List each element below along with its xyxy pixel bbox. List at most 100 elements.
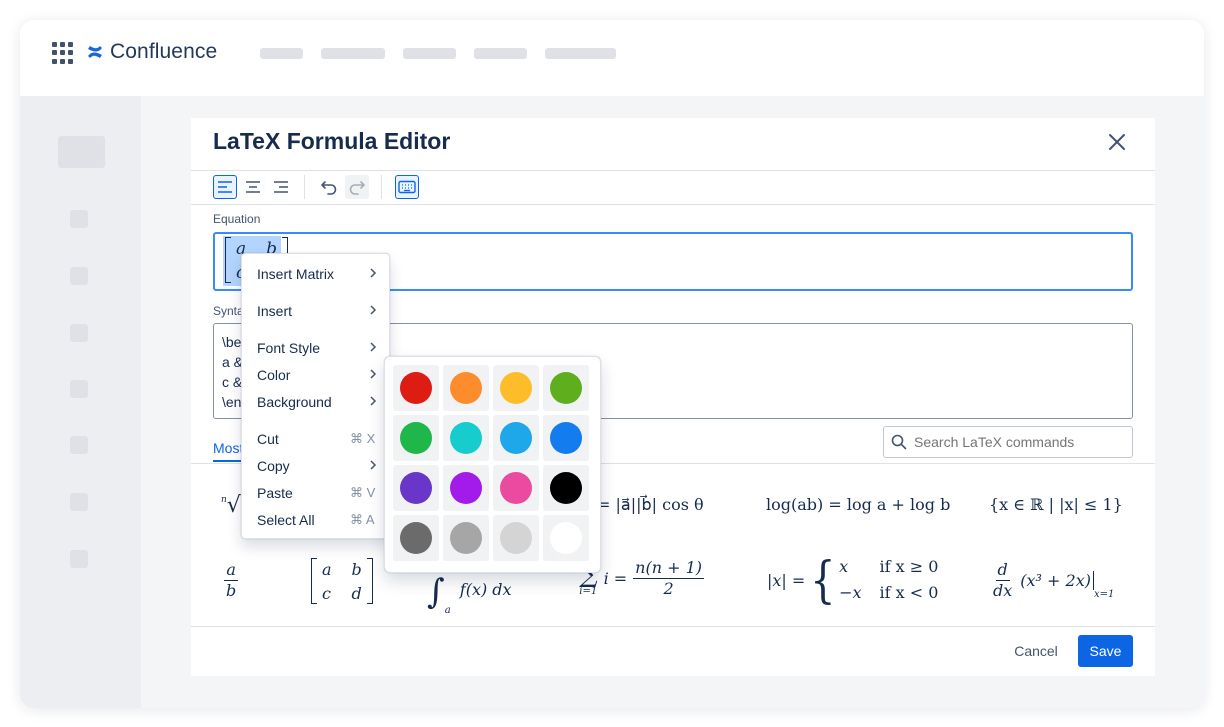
latex-search-input[interactable] (883, 426, 1133, 458)
formula-dot-product[interactable]: = |a⃗||b⃗| cos θ (597, 495, 704, 514)
menu-item-select-all[interactable]: Select All ⌘ A (242, 508, 389, 532)
frac-denominator: b (226, 581, 237, 600)
color-swatch-white[interactable] (543, 515, 589, 561)
confluence-logo[interactable]: Confluence (86, 40, 217, 64)
align-center-icon (246, 181, 260, 193)
toolbar-separator (304, 175, 305, 199)
sidebar-item[interactable] (70, 324, 88, 342)
nav-item-placeholder[interactable] (474, 48, 527, 59)
confluence-logo-icon (88, 46, 102, 58)
redo-icon (349, 181, 365, 195)
formula-fraction[interactable]: ab (224, 560, 238, 601)
align-right-button[interactable] (269, 175, 293, 199)
formula-set-builder[interactable]: {x ∈ ℝ | |x| ≤ 1} (989, 495, 1123, 514)
deriv-body: (x³ + 2x) (1020, 571, 1094, 590)
color-swatch-orange[interactable] (443, 365, 489, 411)
color-dot (400, 522, 432, 554)
menu-item-insert-matrix[interactable]: Insert Matrix (242, 262, 389, 286)
color-swatch-blue[interactable] (543, 415, 589, 461)
formula-absolute-cases[interactable]: |x| = { x if x ≥ 0 −x if x < 0 (767, 555, 938, 605)
color-dot (550, 522, 582, 554)
menu-item-font-style[interactable]: Font Style (242, 336, 389, 360)
save-button[interactable]: Save (1078, 635, 1133, 667)
nav-item-placeholder[interactable] (403, 48, 456, 59)
nav-item-placeholder[interactable] (260, 48, 303, 59)
formula-log-product[interactable]: log(ab) = log a + log b (766, 495, 950, 514)
color-swatch-gray[interactable] (443, 515, 489, 561)
color-swatch-yellow[interactable] (493, 365, 539, 411)
sidebar (20, 96, 141, 708)
close-icon (1109, 134, 1125, 150)
case-condition: if x < 0 (879, 583, 939, 602)
color-swatch-indigo[interactable] (393, 465, 439, 511)
sidebar-item[interactable] (70, 380, 88, 398)
app-switcher-icon[interactable] (52, 42, 74, 64)
deriv-denominator: dx (993, 581, 1013, 600)
color-dot (450, 522, 482, 554)
color-swatch-pink[interactable] (493, 465, 539, 511)
matrix-cell: c (322, 584, 331, 603)
menu-item-paste[interactable]: Paste ⌘ V (242, 481, 389, 505)
menu-item-copy[interactable]: Copy (242, 454, 389, 478)
close-button[interactable] (1105, 130, 1129, 154)
chevron-right-icon (370, 396, 377, 406)
formula-nth-root[interactable]: n√ (221, 493, 241, 518)
color-dot (450, 472, 482, 504)
nav-item-placeholder[interactable] (545, 48, 616, 59)
formula-set-builder-text: {x ∈ ℝ | |x| ≤ 1} (989, 495, 1123, 514)
matrix-cell: d (351, 584, 362, 603)
sum-lower-limit: i=1 (579, 585, 598, 597)
sidebar-item[interactable] (70, 436, 88, 454)
cancel-button[interactable]: Cancel (1001, 636, 1071, 666)
color-dot (500, 522, 532, 554)
root-index: n (221, 494, 227, 505)
color-dot (550, 372, 582, 404)
align-left-button[interactable] (213, 175, 237, 199)
undo-button[interactable] (317, 175, 341, 199)
menu-item-cut[interactable]: Cut ⌘ X (242, 427, 389, 451)
keyboard-icon (398, 180, 416, 194)
sidebar-item[interactable] (70, 550, 88, 568)
sidebar-item[interactable] (70, 267, 88, 285)
color-dot (500, 422, 532, 454)
top-navigation: Confluence (20, 20, 1204, 96)
redo-button[interactable] (345, 175, 369, 199)
color-dot (400, 472, 432, 504)
case-value: x (839, 557, 849, 576)
menu-item-shortcut: ⌘ A (350, 512, 375, 527)
divider (191, 170, 1155, 171)
color-dot (450, 422, 482, 454)
sum-denominator: 2 (663, 579, 674, 598)
align-center-button[interactable] (241, 175, 265, 199)
color-swatch-purple[interactable] (443, 465, 489, 511)
search-icon (891, 434, 907, 450)
formula-bmatrix[interactable]: a b c d (311, 558, 373, 604)
menu-item-background[interactable]: Background (242, 390, 389, 414)
menu-item-insert[interactable]: Insert (242, 299, 389, 323)
deriv-eval-point: x=1 (1093, 589, 1115, 600)
color-swatch-teal[interactable] (443, 415, 489, 461)
color-swatch-black[interactable] (543, 465, 589, 511)
color-dot (400, 422, 432, 454)
menu-item-shortcut: ⌘ V (350, 485, 376, 500)
formula-derivative[interactable]: d dx (x³ + 2x) x=1 (991, 560, 1114, 601)
menu-item-color[interactable]: Color (242, 363, 389, 387)
color-swatch-lime[interactable] (543, 365, 589, 411)
color-swatch-light-gray[interactable] (493, 515, 539, 561)
color-dot (500, 472, 532, 504)
color-swatch-sky[interactable] (493, 415, 539, 461)
context-menu: Insert Matrix Insert Font Style Color Ba… (241, 253, 390, 539)
nav-item-placeholder[interactable] (321, 48, 385, 59)
color-swatch-red[interactable] (393, 365, 439, 411)
chevron-right-icon (370, 369, 377, 379)
deriv-numerator: d (995, 560, 1010, 581)
color-swatch-green[interactable] (393, 415, 439, 461)
equation-label: Equation (213, 212, 261, 226)
case-value: −x (839, 583, 862, 602)
keyboard-button[interactable] (395, 175, 419, 199)
divider (191, 626, 1155, 627)
case-condition: if x ≥ 0 (879, 557, 939, 576)
sidebar-item[interactable] (70, 210, 88, 228)
color-swatch-dark-gray[interactable] (393, 515, 439, 561)
sidebar-item[interactable] (70, 493, 88, 511)
